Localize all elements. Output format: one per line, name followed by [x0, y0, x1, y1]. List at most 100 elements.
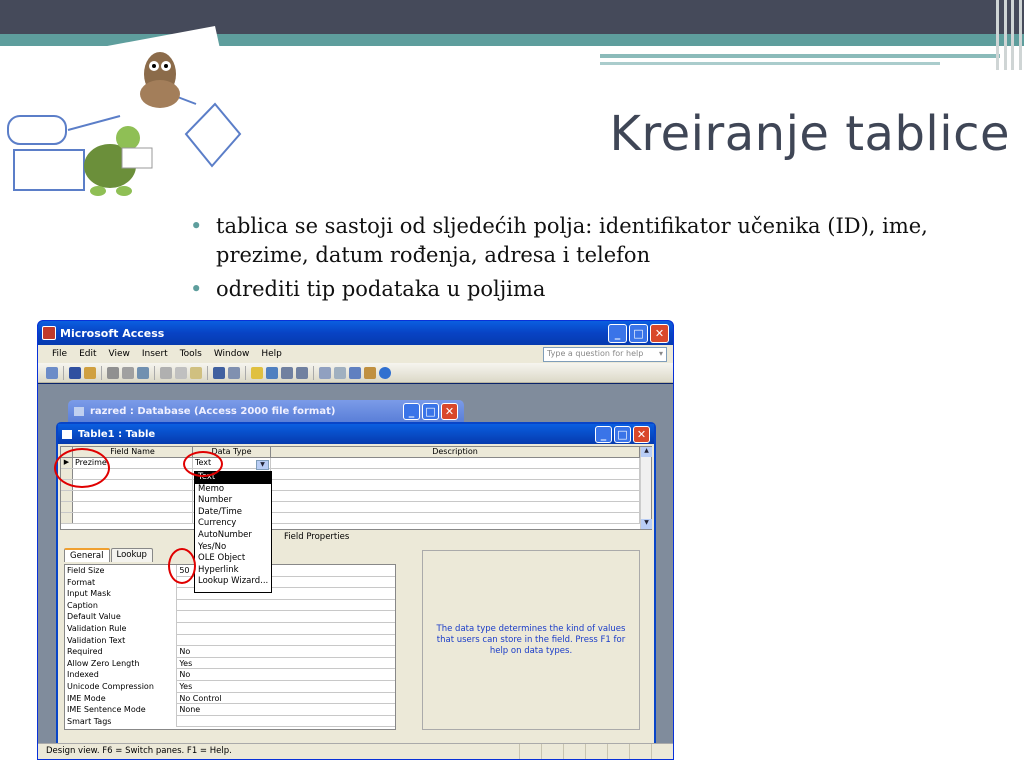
table-row[interactable]: ▶ Prezime Text — [61, 458, 651, 469]
property-row[interactable]: Validation Text — [65, 634, 395, 647]
grid-scrollbar[interactable]: ▲ ▼ — [640, 447, 652, 529]
copy-icon[interactable] — [175, 366, 187, 379]
menu-tools[interactable]: Tools — [180, 349, 202, 359]
redo-icon[interactable] — [228, 366, 240, 379]
tab-general[interactable]: General — [64, 548, 110, 562]
cut-icon[interactable] — [160, 366, 172, 379]
property-row[interactable]: Unicode Compression Yes — [65, 680, 395, 693]
delete-rows-icon[interactable] — [296, 366, 308, 379]
field-name-cell[interactable] — [73, 502, 193, 512]
table-minimize-button[interactable]: _ — [595, 425, 612, 443]
dropdown-option-memo[interactable]: Memo — [195, 484, 271, 496]
primary-key-icon[interactable] — [251, 366, 263, 379]
table-close-button[interactable]: ✕ — [633, 425, 650, 443]
description-cell[interactable] — [271, 469, 640, 479]
table-window-titlebar[interactable]: Table1 : Table _ □ ✕ — [58, 424, 654, 444]
database-window-icon[interactable] — [349, 366, 361, 379]
build-icon[interactable] — [334, 366, 346, 379]
menu-view[interactable]: View — [109, 349, 130, 359]
row-selector[interactable] — [61, 502, 73, 512]
close-button[interactable]: ✕ — [650, 323, 669, 343]
dropdown-option-lookup-wizard[interactable]: Lookup Wizard... — [195, 576, 271, 588]
maximize-button[interactable]: □ — [629, 323, 648, 343]
description-cell[interactable] — [271, 458, 640, 468]
property-value[interactable] — [176, 634, 395, 647]
property-value[interactable]: No Control — [176, 692, 395, 705]
property-value[interactable]: No — [176, 646, 395, 658]
property-value[interactable] — [176, 622, 395, 635]
property-value[interactable] — [176, 715, 395, 728]
property-value[interactable]: None — [176, 704, 395, 716]
property-row[interactable]: Smart Tags — [65, 715, 395, 728]
table-row[interactable] — [61, 502, 651, 513]
row-selector[interactable] — [61, 491, 73, 501]
dropdown-option-hyperlink[interactable]: Hyperlink — [195, 565, 271, 577]
table-row[interactable] — [61, 491, 651, 502]
search-icon[interactable] — [84, 366, 96, 379]
property-row[interactable]: IME Sentence Mode None — [65, 704, 395, 716]
dropdown-option-yes-no[interactable]: Yes/No — [195, 542, 271, 554]
property-value[interactable]: Yes — [176, 680, 395, 693]
property-row[interactable]: Validation Rule — [65, 622, 395, 635]
print-preview-icon[interactable] — [122, 366, 134, 379]
help-search-input[interactable]: Type a question for help ▾ — [543, 346, 667, 362]
property-row[interactable]: Caption — [65, 599, 395, 612]
view-icon[interactable] — [46, 366, 58, 379]
dropdown-option-number[interactable]: Number — [195, 495, 271, 507]
property-row[interactable]: IME Mode No Control — [65, 692, 395, 705]
field-name-cell[interactable] — [73, 513, 193, 523]
menu-file[interactable]: File — [52, 349, 67, 359]
description-cell[interactable] — [271, 513, 640, 523]
description-cell[interactable] — [271, 480, 640, 490]
new-object-icon[interactable] — [364, 366, 376, 379]
dropdown-option-ole-object[interactable]: OLE Object — [195, 553, 271, 565]
data-type-dropdown-chevron-icon[interactable]: ▼ — [256, 460, 269, 470]
menu-window[interactable]: Window — [214, 349, 250, 359]
table-row[interactable] — [61, 513, 651, 524]
database-window-titlebar[interactable]: razred : Database (Access 2000 file form… — [68, 400, 464, 422]
scroll-up-icon[interactable]: ▲ — [641, 447, 652, 457]
dropdown-option-date-time[interactable]: Date/Time — [195, 507, 271, 519]
indexes-icon[interactable] — [266, 366, 278, 379]
corner-stripes — [994, 0, 1024, 70]
chevron-down-icon[interactable]: ▾ — [659, 349, 663, 360]
description-cell[interactable] — [271, 491, 640, 501]
help-icon[interactable] — [379, 366, 391, 379]
table-row[interactable] — [61, 480, 651, 491]
table-row[interactable] — [61, 469, 651, 480]
property-row[interactable]: Allow Zero Length Yes — [65, 657, 395, 670]
field-name-cell[interactable] — [73, 491, 193, 501]
spelling-icon[interactable] — [137, 366, 149, 379]
table-maximize-button[interactable]: □ — [614, 425, 631, 443]
row-selector[interactable] — [61, 513, 73, 523]
property-value[interactable]: No — [176, 669, 395, 681]
property-row[interactable]: Required No — [65, 646, 395, 658]
scroll-down-icon[interactable]: ▼ — [641, 519, 652, 529]
undo-icon[interactable] — [213, 366, 225, 379]
bullet-item: odrediti tip podataka u poljima — [188, 275, 1018, 304]
properties-icon[interactable] — [319, 366, 331, 379]
property-value[interactable]: Yes — [176, 657, 395, 670]
property-name: Default Value — [67, 612, 121, 622]
menu-insert[interactable]: Insert — [142, 349, 168, 359]
db-maximize-button[interactable]: □ — [422, 402, 439, 420]
dropdown-option-currency[interactable]: Currency — [195, 518, 271, 530]
property-value[interactable] — [176, 599, 395, 612]
paste-icon[interactable] — [190, 366, 202, 379]
property-row[interactable]: Indexed No — [65, 669, 395, 681]
print-icon[interactable] — [107, 366, 119, 379]
property-name: IME Sentence Mode — [67, 705, 146, 715]
db-minimize-button[interactable]: _ — [403, 402, 420, 420]
property-row[interactable]: Default Value — [65, 611, 395, 623]
data-type-dropdown-list[interactable]: Text Memo Number Date/Time Currency Auto… — [194, 471, 272, 593]
insert-rows-icon[interactable] — [281, 366, 293, 379]
dropdown-option-autonumber[interactable]: AutoNumber — [195, 530, 271, 542]
description-cell[interactable] — [271, 502, 640, 512]
minimize-button[interactable]: _ — [608, 323, 627, 343]
property-value[interactable] — [176, 611, 395, 623]
save-icon[interactable] — [69, 366, 81, 379]
tab-lookup[interactable]: Lookup — [110, 548, 153, 562]
menu-help[interactable]: Help — [261, 349, 282, 359]
menu-edit[interactable]: Edit — [79, 349, 96, 359]
db-close-button[interactable]: ✕ — [441, 402, 458, 420]
